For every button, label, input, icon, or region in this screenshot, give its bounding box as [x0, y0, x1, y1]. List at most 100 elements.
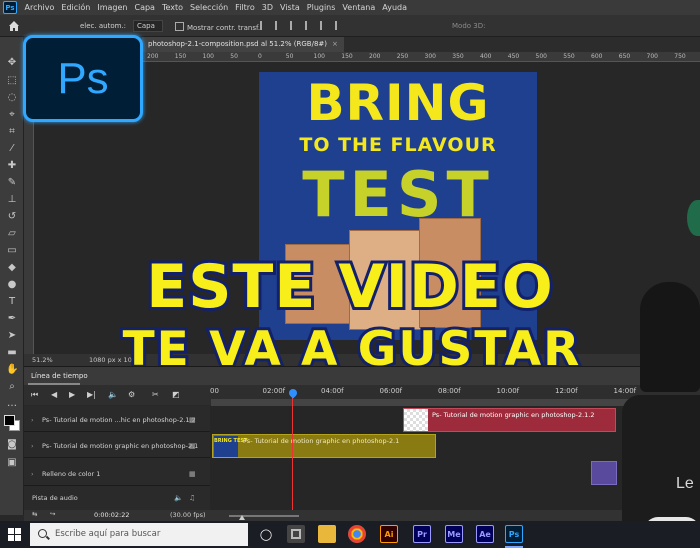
film-icon[interactable]: ▦: [189, 442, 196, 450]
marquee-tool-icon[interactable]: ⬚: [6, 75, 18, 87]
align-buttons: [260, 21, 343, 30]
file-explorer-icon[interactable]: [318, 525, 336, 543]
quick-mask-icon[interactable]: ◙: [6, 439, 18, 451]
align-bottom-icon[interactable]: [335, 21, 343, 30]
expand-chevron-icon[interactable]: ›: [31, 470, 34, 478]
ruler-mark: 250: [396, 53, 409, 60]
first-frame-icon[interactable]: ⏮: [31, 390, 38, 400]
align-left-icon[interactable]: [260, 21, 268, 30]
menu-ventana[interactable]: Ventana: [339, 3, 379, 12]
eraser-tool-icon[interactable]: ▱: [6, 228, 18, 240]
menu-ayuda[interactable]: Ayuda: [379, 3, 411, 12]
play-icon[interactable]: ▶: [69, 390, 75, 399]
film-icon[interactable]: ▦: [189, 416, 196, 424]
speaker-icon[interactable]: 🔈: [174, 494, 183, 502]
document-tab[interactable]: photoshop-2.1-composition.psd al 51.2% (…: [142, 37, 344, 52]
timeline-layer-row[interactable]: › Relleno de color 1 ▦: [24, 462, 210, 486]
music-note-icon[interactable]: ♫: [189, 494, 195, 502]
timeline-footer: ⇆ ↪ 0:00:02:22 (30.00 fps): [24, 510, 700, 521]
taskbar-app-photoshop[interactable]: Ps: [505, 525, 523, 543]
film-icon[interactable]: ▦: [189, 470, 196, 478]
expand-chevron-icon[interactable]: ›: [31, 416, 34, 424]
home-icon[interactable]: [8, 20, 20, 32]
show-transform-checkbox[interactable]: Mostrar contr. transf.: [175, 22, 260, 32]
timeline-layer-list: › Ps- Tutorial de motion ...hic en photo…: [24, 406, 210, 510]
taskbar-app-after-effects[interactable]: Ae: [476, 525, 494, 543]
split-scissors-icon[interactable]: ✂: [152, 390, 159, 399]
menu-texto[interactable]: Texto: [158, 3, 186, 12]
next-frame-icon[interactable]: ▶|: [87, 390, 96, 399]
history-brush-tool-icon[interactable]: ↺: [6, 211, 18, 223]
quick-select-tool-icon[interactable]: ⌖: [6, 109, 18, 121]
layer-name: Ps- Tutorial de motion graphic en photos…: [42, 442, 199, 450]
clone-stamp-tool-icon[interactable]: ⊥: [6, 194, 18, 206]
align-center-icon[interactable]: [275, 21, 283, 30]
move-tool-icon[interactable]: ✥: [6, 57, 18, 69]
windows-taskbar: Escribe aquí para buscar ◯ Ai Pr Me Ae P…: [0, 521, 700, 548]
taskbar-app-media-encoder[interactable]: Me: [445, 525, 463, 543]
menu-vista[interactable]: Vista: [277, 3, 304, 12]
settings-gear-icon[interactable]: ⚙: [128, 390, 135, 399]
eyedropper-tool-icon[interactable]: ⁄: [6, 143, 18, 155]
expand-chevron-icon[interactable]: ›: [31, 442, 34, 450]
previous-frame-icon[interactable]: ◀: [51, 390, 57, 399]
taskbar-search-input[interactable]: Escribe aquí para buscar: [30, 523, 248, 546]
video-clip[interactable]: BRING TEST Ps- Tutorial de motion graphi…: [212, 434, 436, 458]
photoshop-app-icon: Ps: [3, 1, 17, 14]
clip-thumbnail: BRING TEST: [214, 436, 247, 457]
timeline-playback-controls: ⏮ ◀ ▶ ▶| 🔈 ⚙ ✂ ◩: [24, 385, 210, 405]
convert-frame-icon[interactable]: ⇆: [32, 510, 37, 518]
screen-mode-icon[interactable]: ▣: [6, 457, 18, 469]
menu-filtro[interactable]: Filtro: [232, 3, 259, 12]
menu-imagen[interactable]: Imagen: [94, 3, 131, 12]
menu-capa[interactable]: Capa: [131, 3, 158, 12]
timeline-zoom-slider[interactable]: [229, 515, 299, 520]
more-tools-icon[interactable]: …: [6, 398, 18, 410]
video-clip[interactable]: Ps- Tutorial de motion graphic en photos…: [403, 408, 616, 432]
menu-archivo[interactable]: Archivo: [21, 3, 58, 12]
windows-start-icon[interactable]: [8, 528, 21, 541]
artwork-flavour-text: TO THE FLAVOUR: [299, 134, 497, 156]
timeline-layer-row[interactable]: › Ps- Tutorial de motion graphic en phot…: [24, 434, 210, 458]
render-icon[interactable]: ↪: [50, 510, 55, 518]
layer-select-dropdown[interactable]: Capa: [133, 20, 163, 32]
chrome-icon[interactable]: [348, 525, 366, 543]
timeline-audio-row[interactable]: Pista de audio 🔈 ♫: [24, 486, 210, 510]
search-placeholder: Escribe aquí para buscar: [55, 529, 161, 539]
close-tab-icon[interactable]: ×: [332, 40, 338, 48]
layer-name: Relleno de color 1: [42, 470, 101, 478]
zoom-tool-icon[interactable]: ⌕: [6, 381, 18, 393]
brush-tool-icon[interactable]: ✎: [6, 177, 18, 189]
taskbar-app-premiere[interactable]: Pr: [413, 525, 431, 543]
task-view-icon[interactable]: ◯: [257, 525, 275, 543]
menu-3d[interactable]: 3D: [258, 3, 276, 12]
menu-edicion[interactable]: Edición: [58, 3, 94, 12]
align-right-icon[interactable]: [290, 21, 298, 30]
crop-tool-icon[interactable]: ⌗: [6, 126, 18, 138]
color-fill-clip[interactable]: [591, 461, 617, 485]
ruler-mark: 0: [258, 53, 262, 60]
align-top-icon[interactable]: [305, 21, 313, 30]
auto-select-label[interactable]: elec. autom.:: [80, 22, 126, 30]
taskbar-app-illustrator[interactable]: Ai: [380, 525, 398, 543]
align-middle-icon[interactable]: [320, 21, 328, 30]
ruler-mark: 150: [341, 53, 353, 60]
foreground-color-swatch[interactable]: [4, 415, 15, 426]
menu-plugins[interactable]: Plugins: [303, 3, 339, 12]
time-mark: 00: [210, 387, 219, 395]
photoshop-icon: Ps: [508, 529, 520, 539]
menu-seleccion[interactable]: Selección: [187, 3, 232, 12]
transition-icon[interactable]: ◩: [172, 390, 180, 399]
timeline-tab[interactable]: Línea de tiempo: [31, 372, 88, 380]
tile-app-icon[interactable]: [287, 525, 305, 543]
time-mark: 14:00f: [613, 387, 637, 395]
time-mark: 02:00f: [262, 387, 286, 395]
healing-brush-tool-icon[interactable]: ✚: [6, 160, 18, 172]
audio-toggle-icon[interactable]: 🔈: [108, 390, 118, 399]
presenter-shirt: Le: [622, 395, 700, 525]
premiere-icon: Pr: [417, 529, 427, 539]
time-mark: 08:00f: [438, 387, 461, 395]
layer-name: Ps- Tutorial de motion ...hic en photosh…: [42, 416, 196, 424]
lasso-tool-icon[interactable]: ◌: [6, 92, 18, 104]
timeline-layer-row[interactable]: › Ps- Tutorial de motion ...hic en photo…: [24, 408, 210, 432]
